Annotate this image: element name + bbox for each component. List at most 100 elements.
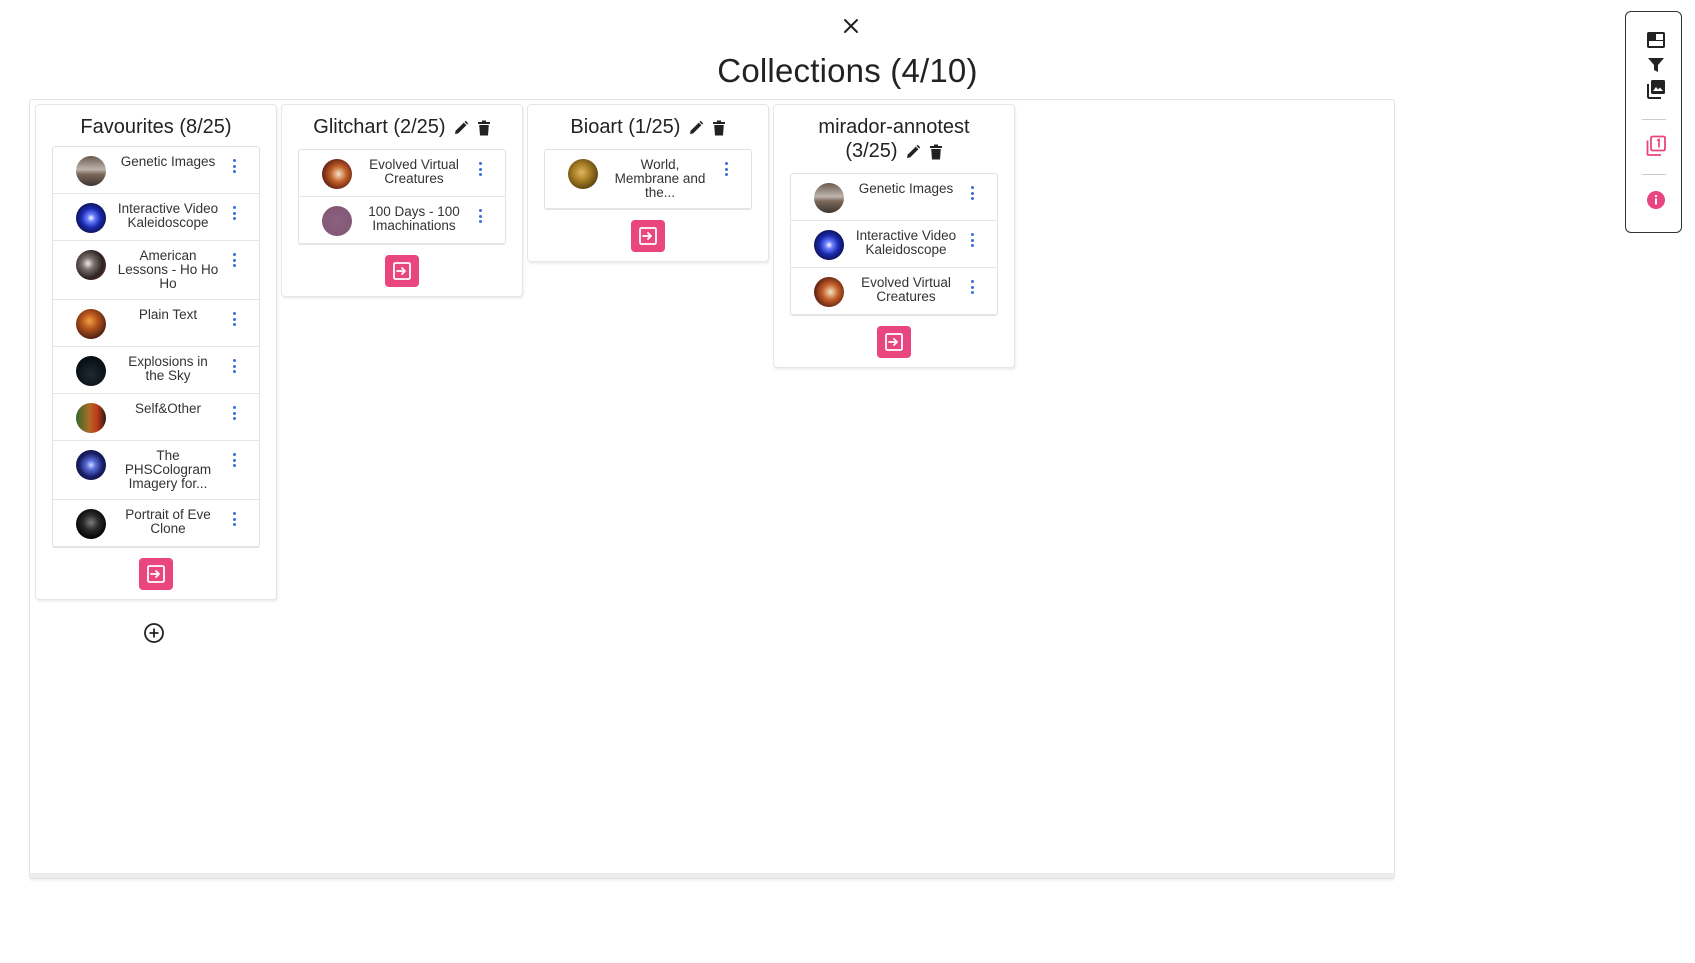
item-menu-button[interactable] (231, 357, 237, 375)
page-title: Collections (4/10) (717, 52, 978, 89)
item-label: Explosions in the Sky (128, 354, 208, 383)
item-label: Genetic Images (858, 181, 954, 196)
info-icon (1647, 191, 1665, 209)
add-circle-icon (144, 623, 164, 643)
image-library-button[interactable] (1644, 77, 1668, 101)
item-label: Evolved Virtual Creatures (861, 275, 951, 304)
item-label: World, Membrane and the... (614, 157, 706, 200)
collection-mirador-annotest: mirador-annotest (3/25) Genetic Images In… (773, 104, 1015, 368)
collection-item[interactable]: The PHSCologram Imagery for... (53, 441, 259, 500)
more-vertical-icon (232, 312, 236, 326)
collection-item[interactable]: American Lessons - Ho Ho Ho (53, 241, 259, 300)
collection-items: Evolved Virtual Creatures 100 Days - 100 … (298, 149, 506, 245)
collection-heading: mirador-annotest (818, 116, 970, 138)
collection-item[interactable]: Interactive Video Kaleidoscope (53, 194, 259, 241)
layout-button[interactable] (1644, 28, 1668, 52)
item-menu-button[interactable] (969, 278, 975, 296)
side-toolbar (1625, 11, 1682, 233)
collection-item[interactable]: World, Membrane and the... (545, 150, 751, 209)
board-scroll-edge (29, 873, 1395, 878)
item-thumbnail (568, 159, 598, 189)
item-menu-button[interactable] (231, 204, 237, 222)
more-vertical-icon (232, 453, 236, 467)
more-vertical-icon (232, 359, 236, 373)
item-label: Plain Text (138, 307, 198, 322)
collection-item[interactable]: Self&Other (53, 394, 259, 441)
open-collection-icon (885, 332, 903, 351)
more-vertical-icon (970, 280, 974, 294)
delete-collection-button[interactable] (929, 142, 943, 166)
more-vertical-icon (232, 206, 236, 220)
item-menu-button[interactable] (477, 207, 483, 225)
collection-item[interactable]: Interactive Video Kaleidoscope (791, 221, 997, 268)
item-label: 100 Days - 100 Imachinations (368, 204, 460, 233)
item-menu-button[interactable] (723, 160, 729, 178)
collection-glitchart: Glitchart (2/25) Evolved Virtual Creatur… (281, 104, 523, 297)
collection-heading: Favourites (8/25) (80, 116, 232, 138)
collection-title: mirador-annotest (3/25) (774, 105, 1014, 173)
filter-icon (1648, 58, 1664, 72)
layout-icon (1647, 32, 1665, 48)
open-collection-icon (147, 564, 165, 583)
item-menu-button[interactable] (231, 251, 237, 269)
item-thumbnail (76, 250, 106, 280)
edit-collection-button[interactable] (453, 118, 469, 142)
more-vertical-icon (724, 162, 728, 176)
item-menu-button[interactable] (231, 157, 237, 175)
collection-title: Glitchart (2/25) (282, 105, 522, 149)
collection-heading: Glitchart (2/25) (313, 116, 446, 138)
item-thumbnail (76, 309, 106, 339)
open-collection-button[interactable] (877, 325, 911, 358)
edit-collection-button[interactable] (905, 142, 921, 166)
item-menu-button[interactable] (231, 451, 237, 469)
collection-item[interactable]: Plain Text (53, 300, 259, 347)
open-collection-button[interactable] (631, 219, 665, 252)
item-menu-button[interactable] (231, 310, 237, 328)
collection-items: Genetic Images Interactive Video Kaleidos… (790, 173, 998, 316)
open-collection-icon (393, 261, 411, 280)
delete-collection-button[interactable] (712, 118, 726, 142)
pencil-icon (907, 144, 921, 158)
item-menu-button[interactable] (231, 510, 237, 528)
item-thumbnail (76, 450, 106, 480)
collection-item[interactable]: Explosions in the Sky (53, 347, 259, 394)
more-vertical-icon (478, 162, 482, 176)
pencil-icon (690, 120, 704, 134)
open-collection-button[interactable] (139, 557, 173, 590)
collection-item[interactable]: Evolved Virtual Creatures (299, 150, 505, 197)
close-button[interactable] (838, 13, 864, 39)
more-vertical-icon (970, 233, 974, 247)
add-collection-button[interactable] (143, 622, 165, 644)
collection-favourites: Favourites (8/25) Genetic Images Interact… (35, 104, 277, 600)
item-label: Self&Other (134, 401, 202, 416)
collection-heading: Bioart (1/25) (570, 116, 681, 138)
edit-collection-button[interactable] (688, 118, 704, 142)
filter-button[interactable] (1644, 53, 1668, 77)
pencil-icon (455, 120, 469, 134)
item-label: Interactive Video Kaleidoscope (855, 228, 957, 257)
item-label: The PHSCologram Imagery for... (124, 448, 212, 491)
item-menu-button[interactable] (231, 404, 237, 422)
item-thumbnail (76, 403, 106, 433)
close-icon (844, 19, 858, 33)
trash-icon (929, 144, 942, 160)
collection-item[interactable]: 100 Days - 100 Imachinations (299, 197, 505, 244)
item-menu-button[interactable] (477, 160, 483, 178)
item-thumbnail (322, 159, 352, 189)
open-collection-button[interactable] (385, 254, 419, 287)
collection-item[interactable]: Genetic Images (53, 147, 259, 194)
more-vertical-icon (478, 209, 482, 223)
item-thumbnail (814, 230, 844, 260)
item-menu-button[interactable] (969, 231, 975, 249)
trash-icon (712, 120, 725, 136)
item-menu-button[interactable] (969, 184, 975, 202)
delete-collection-button[interactable] (477, 118, 491, 142)
collection-item[interactable]: Evolved Virtual Creatures (791, 268, 997, 315)
collection-badge-button[interactable] (1644, 134, 1668, 158)
item-thumbnail (814, 183, 844, 213)
collection-item[interactable]: Genetic Images (791, 174, 997, 221)
collection-items: Genetic Images Interactive Video Kaleidos… (52, 146, 260, 548)
item-thumbnail (76, 356, 106, 386)
info-button[interactable] (1644, 188, 1668, 212)
collection-item[interactable]: Portrait of Eve Clone (53, 500, 259, 547)
